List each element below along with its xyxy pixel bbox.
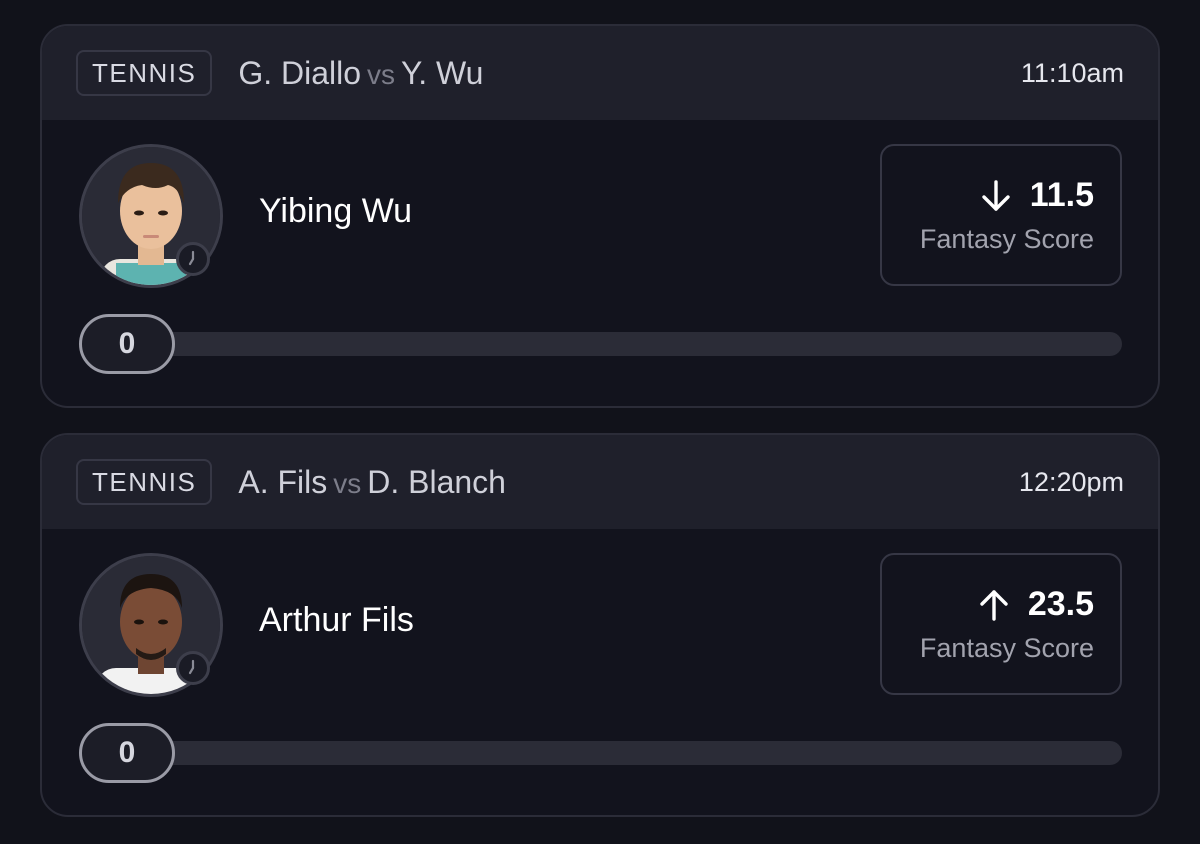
score-line: 23.5 [978,585,1094,624]
game-time: 12:20pm [1018,466,1124,497]
sport-badge: TENNIS [76,459,213,505]
matchup-player-1: G. Diallo [238,54,362,91]
arrow-up-icon [980,589,1008,621]
matchup-vs: vs [333,467,362,499]
player-row: Arthur Fils 23.5 Fantasy Score [42,529,1158,697]
matchup-vs: vs [367,58,396,90]
player-row: Yibing Wu 11.5 Fantasy Score [42,120,1158,288]
projection-card[interactable]: TENNIS G. Diallo vs Y. Wu 11:10am Yibing… [40,24,1160,408]
player-name: Yibing Wu [259,192,413,230]
game-time: 11:10am [1020,57,1124,88]
sport-badge: TENNIS [76,50,213,96]
progress-track [119,332,1122,356]
fantasy-score-box[interactable]: 11.5 Fantasy Score [880,144,1122,286]
progress-track [119,741,1122,765]
matchup: A. Fils vs D. Blanch [238,464,506,501]
player-name: Arthur Fils [259,601,414,639]
progress-value: 0 [79,723,175,783]
projection-card[interactable]: TENNIS A. Fils vs D. Blanch 12:20pm Arth… [40,433,1160,817]
progress-value: 0 [79,314,175,374]
card-header: TENNIS G. Diallo vs Y. Wu 11:10am [42,26,1158,120]
fantasy-score-box[interactable]: 23.5 Fantasy Score [880,553,1122,695]
score-value: 23.5 [1027,585,1094,623]
matchup-player-2: Y. Wu [401,54,484,91]
matchup: G. Diallo vs Y. Wu [238,55,483,92]
arrow-down-icon [981,179,1010,211]
progress-bar: 0 [79,308,1122,382]
score-value: 11.5 [1029,176,1094,214]
clock-icon [176,651,210,685]
card-header: TENNIS A. Fils vs D. Blanch 12:20pm [42,435,1158,529]
clock-icon [176,242,210,276]
matchup-player-1: A. Fils [238,463,328,500]
matchup-player-2: D. Blanch [367,463,506,500]
progress-bar: 0 [79,717,1122,791]
score-label: Fantasy Score [919,633,1094,663]
score-label: Fantasy Score [919,224,1094,254]
score-line: 11.5 [980,176,1094,215]
